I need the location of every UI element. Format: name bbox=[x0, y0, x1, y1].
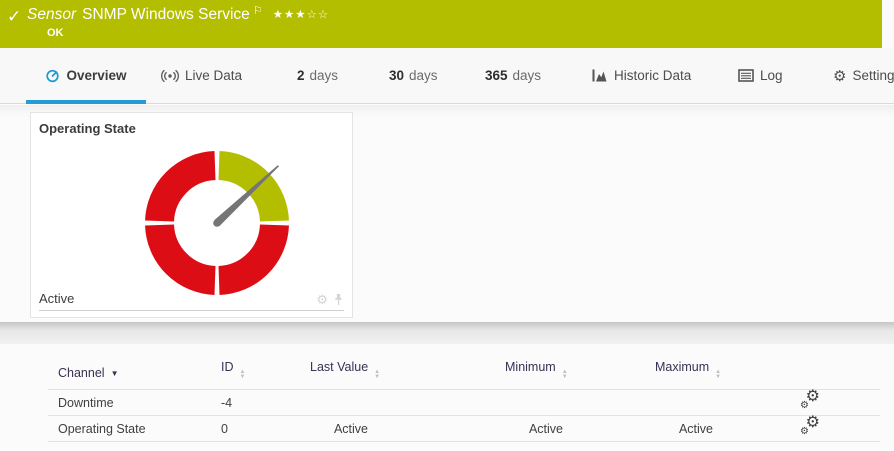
tab-label: Settings bbox=[852, 68, 894, 83]
gear-icon: ⚙ bbox=[833, 67, 846, 85]
pin-icon[interactable] bbox=[333, 293, 344, 306]
flag-icon[interactable]: ⚐ bbox=[253, 4, 263, 17]
column-header-maximum[interactable]: Maximum▲▼ bbox=[645, 360, 717, 390]
sensor-title-row: Sensor SNMP Windows Service ⚐ ★★★☆☆ bbox=[27, 6, 329, 24]
sensor-page: ✓ Sensor SNMP Windows Service ⚐ ★★★☆☆ OK… bbox=[0, 0, 894, 451]
channel-settings-button[interactable]: ⚙ ⚙ bbox=[800, 419, 820, 436]
sort-icon: ▲▼ bbox=[715, 370, 721, 380]
tab-overview[interactable]: Overview bbox=[26, 48, 146, 103]
tab-2-days[interactable]: 2 days bbox=[289, 48, 346, 103]
cell-last-value: Active bbox=[300, 416, 372, 442]
cell-last-value bbox=[300, 390, 372, 416]
check-icon: ✓ bbox=[7, 7, 21, 27]
table-row-downtime: Downtime -4 ⚙ ⚙ bbox=[48, 390, 880, 416]
tab-365-days[interactable]: 365 days bbox=[477, 48, 549, 103]
gauge-tools: ⚙ bbox=[316, 293, 344, 306]
tab-settings[interactable]: ⚙ Settings bbox=[825, 48, 894, 103]
column-header-channel[interactable]: Channel▼ bbox=[48, 360, 211, 390]
cell-id: 0 bbox=[211, 416, 300, 442]
gauge-value-label: Active bbox=[39, 291, 74, 306]
operating-state-gauge-panel: Operating State Active ⚙ bbox=[30, 112, 353, 318]
gear-icon: ⚙ bbox=[800, 427, 809, 437]
broadcast-icon bbox=[161, 68, 179, 84]
tab-label: Overview bbox=[66, 68, 126, 83]
priority-stars[interactable]: ★★★☆☆ bbox=[273, 7, 330, 21]
area-chart-icon bbox=[592, 68, 608, 83]
tab-30-days[interactable]: 30 days bbox=[381, 48, 446, 103]
gauge-settings-gear-icon[interactable]: ⚙ bbox=[316, 293, 328, 306]
tab-label: Historic Data bbox=[614, 68, 691, 83]
column-spacer bbox=[717, 360, 790, 390]
sort-desc-icon: ▼ bbox=[111, 369, 119, 378]
cell-minimum bbox=[495, 390, 567, 416]
tab-number: 30 bbox=[389, 68, 404, 83]
sensor-title: SNMP Windows Service bbox=[82, 6, 250, 24]
channel-table: Channel▼ ID▲▼ Last Value▲▼ Minimum▲▼ Max… bbox=[48, 360, 880, 442]
tab-label: days bbox=[409, 68, 438, 83]
column-spacer bbox=[372, 360, 495, 390]
sort-icon: ▲▼ bbox=[240, 370, 246, 380]
gauge-icon bbox=[45, 68, 60, 83]
tab-label: Log bbox=[760, 68, 783, 83]
channel-settings-button[interactable]: ⚙ ⚙ bbox=[800, 393, 820, 410]
column-header-id[interactable]: ID▲▼ bbox=[211, 360, 300, 390]
column-actions bbox=[790, 360, 880, 390]
cell-channel: Operating State bbox=[48, 416, 211, 442]
gauge-title: Operating State bbox=[39, 121, 136, 136]
tab-bar: Overview Live Data 2 days 30 days 365 bbox=[0, 48, 894, 104]
cell-id: -4 bbox=[211, 390, 300, 416]
state-gauge bbox=[127, 133, 307, 313]
stars-filled: ★★★ bbox=[273, 9, 307, 21]
sort-icon: ▲▼ bbox=[374, 370, 380, 380]
sensor-type-label: Sensor bbox=[27, 6, 76, 24]
gauge-segment-error bbox=[219, 225, 274, 280]
status-badge: OK bbox=[47, 27, 64, 39]
tab-label: days bbox=[513, 68, 542, 83]
tab-live-data[interactable]: Live Data bbox=[153, 48, 250, 103]
tab-label: Live Data bbox=[185, 68, 242, 83]
gauge-segment-error bbox=[160, 225, 215, 280]
column-header-last-value[interactable]: Last Value▲▼ bbox=[300, 360, 372, 390]
cell-maximum: Active bbox=[645, 416, 717, 442]
tab-label: days bbox=[310, 68, 339, 83]
section-divider bbox=[0, 322, 894, 344]
sensor-status-header: ✓ Sensor SNMP Windows Service ⚐ ★★★☆☆ OK bbox=[0, 0, 882, 48]
log-icon bbox=[738, 69, 754, 82]
sort-icon: ▲▼ bbox=[562, 370, 568, 380]
tab-historic-data[interactable]: Historic Data bbox=[584, 48, 699, 103]
gauge-footer: Active ⚙ bbox=[39, 287, 344, 311]
tab-number: 365 bbox=[485, 68, 508, 83]
column-header-minimum[interactable]: Minimum▲▼ bbox=[495, 360, 567, 390]
gauge-segment-error bbox=[160, 166, 215, 221]
cell-channel: Downtime bbox=[48, 390, 211, 416]
gauge-needle-hub bbox=[213, 219, 221, 227]
tab-number: 2 bbox=[297, 68, 305, 83]
tab-log[interactable]: Log bbox=[730, 48, 791, 103]
gear-icon: ⚙ bbox=[800, 401, 809, 411]
table-row-operating-state: Operating State 0 Active Active Active ⚙… bbox=[48, 416, 880, 442]
table-header-row: Channel▼ ID▲▼ Last Value▲▼ Minimum▲▼ Max… bbox=[48, 360, 880, 390]
stars-empty: ☆☆ bbox=[307, 9, 330, 21]
cell-maximum bbox=[645, 390, 717, 416]
column-spacer bbox=[567, 360, 645, 390]
cell-minimum: Active bbox=[495, 416, 567, 442]
